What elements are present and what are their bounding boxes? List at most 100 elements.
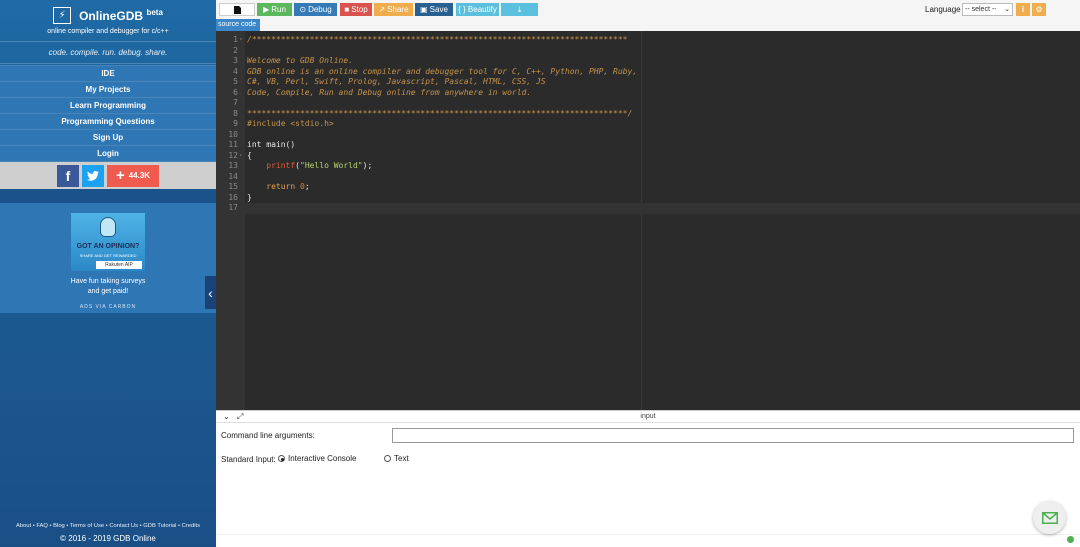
code-token: Welcome to GDB Online. xyxy=(247,56,353,65)
code-line[interactable]: 2 xyxy=(216,46,1080,57)
line-number: 15 xyxy=(228,182,238,191)
line-number: 8 xyxy=(233,108,238,118)
cmd-args-input[interactable] xyxy=(392,428,1074,443)
language-select[interactable]: -- select -- ⌄ xyxy=(962,3,1013,16)
beautify-button[interactable]: { } Beautify xyxy=(456,3,499,16)
status-icon xyxy=(1067,536,1074,543)
ad-block[interactable]: GOT AN OPINION? SHARE AND GET REWARDED R… xyxy=(0,203,216,313)
nav-login[interactable]: Login xyxy=(0,145,216,161)
chevron-down-icon: ⌄ xyxy=(1004,6,1010,13)
code-editor[interactable]: 1 ▾/*************************************… xyxy=(216,31,1080,410)
fold-arrow-icon[interactable]: ▾ xyxy=(239,35,243,46)
twitter-icon[interactable] xyxy=(82,164,104,187)
code-token: return xyxy=(266,182,296,191)
download-button[interactable]: ⤓ xyxy=(501,3,538,16)
debug-button[interactable]: ⊙ Debug xyxy=(294,3,337,16)
code-line[interactable]: 16} xyxy=(216,193,1080,204)
line-number: 1 xyxy=(233,35,238,44)
ad-image[interactable]: GOT AN OPINION? SHARE AND GET REWARDED R… xyxy=(71,213,145,271)
radio-text[interactable]: Text xyxy=(384,454,409,463)
code-line[interactable]: 10 xyxy=(216,130,1080,141)
debug-icon: ⊙ xyxy=(299,5,307,14)
radio-on-icon[interactable] xyxy=(278,455,285,462)
nav-ide[interactable]: IDE xyxy=(0,65,216,81)
line-number: 9 xyxy=(233,119,238,128)
stdin-label: Standard Input: xyxy=(221,455,276,464)
code-line[interactable]: 6 Code, Compile, Run and Debug online fro… xyxy=(216,88,1080,99)
chat-button[interactable] xyxy=(1033,501,1066,534)
line-number: 3 xyxy=(233,56,238,65)
code-token: #include <stdio.h> xyxy=(247,119,334,128)
code-line[interactable]: 7 xyxy=(216,98,1080,109)
code-line[interactable]: 9 #include <stdio.h> xyxy=(216,119,1080,130)
sidebar-collapse-button[interactable]: ‹ xyxy=(205,276,216,309)
code-line[interactable]: 13 printf("Hello World"); xyxy=(216,161,1080,172)
facebook-icon[interactable]: f xyxy=(57,164,79,187)
line-code: Code, Compile, Run and Debug online from… xyxy=(247,88,531,99)
io-header: ⌄ ⤢ input xyxy=(216,411,1080,423)
line-number: 5 xyxy=(233,77,238,86)
code-token: int main() xyxy=(247,140,296,149)
radio-interactive-console[interactable]: Interactive Console xyxy=(278,454,356,463)
line-code: /***************************************… xyxy=(247,35,628,46)
info-icon[interactable]: i xyxy=(1016,3,1030,16)
code-token: printf xyxy=(266,161,296,170)
footer-links[interactable]: About • FAQ • Blog • Terms of Use • Cont… xyxy=(0,521,216,532)
ad-text[interactable]: Have fun taking surveys and get paid! xyxy=(0,277,216,297)
run-button[interactable]: ▶ Run xyxy=(257,3,292,16)
ad-text-line2: and get paid! xyxy=(87,288,129,295)
stop-button[interactable]: ■ Stop xyxy=(340,3,372,16)
code-line[interactable]: 8 ***************************************… xyxy=(216,109,1080,120)
share-label: Share xyxy=(387,5,409,14)
save-button[interactable]: ▣ Save xyxy=(415,3,453,16)
nav-programming-questions[interactable]: Programming Questions xyxy=(0,113,216,129)
fold-arrow-icon[interactable]: ▾ xyxy=(239,151,243,162)
line-code: { xyxy=(247,151,252,162)
plus-icon: + xyxy=(115,167,125,184)
line-number: 10 xyxy=(228,129,238,139)
gear-icon[interactable]: ⚙ xyxy=(1032,3,1046,16)
app-root: ⚡ OnlineGDB beta online compiler and deb… xyxy=(0,0,1080,547)
stop-icon: ■ xyxy=(344,5,350,14)
cmd-args-label: Command line arguments: xyxy=(221,431,315,440)
ad-sponsor: Rakuten AIP xyxy=(96,261,142,269)
radio-off-icon[interactable] xyxy=(384,455,391,462)
code-line[interactable]: 11 int main() xyxy=(216,140,1080,151)
nav-sign-up[interactable]: Sign Up xyxy=(0,129,216,145)
code-line[interactable]: 12 ▾ { xyxy=(216,151,1080,162)
new-file-button[interactable] xyxy=(219,3,255,16)
code-token: ; xyxy=(304,182,310,191)
line-number: 14 xyxy=(228,171,238,181)
copyright: © 2016 - 2019 GDB Online xyxy=(60,534,156,543)
code-token: ); xyxy=(362,161,373,170)
code-token: Code, Compile, Run and Debug online from… xyxy=(247,87,532,97)
share-icon: ↗ xyxy=(378,5,386,14)
line-code: GDB online is an online compiler and deb… xyxy=(247,67,637,78)
tagline: code. compile. run. debug. share. xyxy=(0,42,216,64)
download-icon: ⤓ xyxy=(517,4,522,14)
code-line[interactable]: 17 xyxy=(216,203,1080,214)
play-icon: ▶ xyxy=(263,5,270,14)
line-code: C#, VB, Perl, Swift, Prolog, Javascript,… xyxy=(247,77,546,88)
nav-my-projects[interactable]: My Projects xyxy=(0,81,216,97)
share-count-button[interactable]: + 44.3K xyxy=(107,164,159,187)
share-button[interactable]: ↗ Share xyxy=(374,3,413,16)
ads-via-carbon[interactable]: ADS VIA CARBON xyxy=(0,304,216,310)
brand-logo-icon: ⚡ xyxy=(53,7,72,24)
io-panel: ⌄ ⤢ input Command line arguments: Standa… xyxy=(216,410,1080,547)
code-line[interactable]: 14 xyxy=(216,172,1080,183)
code-line[interactable]: 1 ▾ /*************************************… xyxy=(216,35,1080,46)
code-line[interactable]: 15 return 0; xyxy=(216,182,1080,193)
tab-source-code[interactable]: source code xyxy=(216,19,260,31)
ad-subline: SHARE AND GET REWARDED xyxy=(79,253,137,258)
run-label: Run xyxy=(271,5,286,14)
code-line[interactable]: 3 Welcome to GDB Online. xyxy=(216,56,1080,67)
radio-text-label: Text xyxy=(394,454,409,463)
line-number: 4 xyxy=(233,66,238,76)
brand[interactable]: ⚡ OnlineGDB beta online compiler and deb… xyxy=(0,0,216,42)
mail-icon xyxy=(1041,511,1058,524)
share-count: 44.3K xyxy=(128,171,151,180)
nav-learn-programming[interactable]: Learn Programming xyxy=(0,97,216,113)
code-line[interactable]: 5 C#, VB, Perl, Swift, Prolog, Javascript… xyxy=(216,77,1080,88)
code-line[interactable]: 4 GDB online is an online compiler and de… xyxy=(216,67,1080,78)
